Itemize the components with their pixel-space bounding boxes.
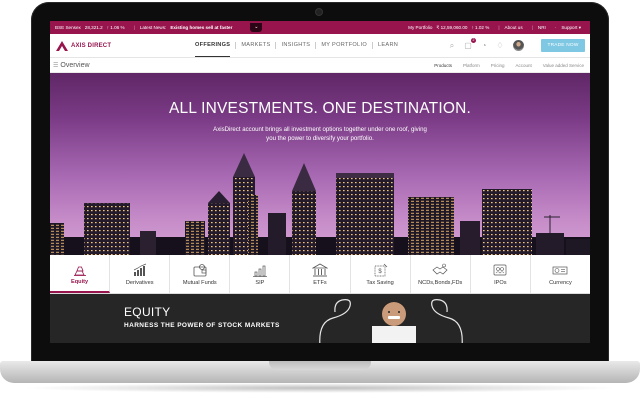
product-tab-mutual-funds[interactable]: Mutual Funds [170,255,231,293]
product-tab-equity[interactable]: Equity [50,255,111,293]
index-value: 28,321.2 [84,25,103,30]
subnav-links: Products Platform Pricing Account Value … [423,58,584,72]
product-tab-ipos[interactable]: IPOs [471,255,531,293]
subnav-account[interactable]: Account [516,63,532,68]
product-tab-tax-saving[interactable]: $ Tax Saving [351,255,411,293]
product-label-ipos: IPOs [494,279,507,286]
laptop-shadow [20,383,620,393]
main-nav: AXIS DIRECT OFFERINGS MARKETS INSIGHTS M… [50,34,590,58]
laptop-notch [269,361,371,370]
watchlist-icon[interactable]: ♢ [495,41,505,51]
logo-text: AXIS DIRECT [71,42,112,49]
trade-now-button[interactable]: TRADE NOW [541,39,585,52]
product-label-derivatives: Derivatives [125,279,154,286]
overview-label: Overview [60,61,90,69]
search-icon[interactable]: ⌕ [447,41,457,51]
axis-direct-logo[interactable]: AXIS DIRECT [56,40,176,51]
product-tab-currency[interactable]: Currency [531,255,590,293]
notification-badge: 2 [471,37,476,43]
list-icon: ☰ [53,62,59,69]
support-link[interactable]: Support ▾ [561,25,581,31]
index-change: ↑ 1.06 % [106,25,125,30]
subnav-pricing[interactable]: Pricing [491,63,505,68]
nav-icons: ⌕ ▢ 2 ◔ ♢ [441,34,524,57]
portfolio-value: ₹ 12,59,060.00 [436,24,468,30]
product-label-etfs: ETFs [313,279,327,286]
product-label-equity: Equity [71,278,89,285]
portfolio-label: My Portfolio [408,25,433,30]
news-label: Latest News: [139,25,167,30]
product-label-ncds-bonds-fds: NCDs,Bonds,FDs [418,279,463,286]
product-label-currency: Currency [549,279,572,286]
portfolio-change: ↑ 1.02 % [471,25,490,30]
laptop-screen: BSE Sensex 28,321.2 ↑ 1.06 % | Latest Ne… [50,21,590,343]
avatar[interactable] [513,40,524,51]
product-label-sip: SIP [255,279,265,286]
equity-subtitle: HARNESS THE POWER OF STOCK MARKETS [124,322,280,329]
sub-nav: ☰ Overview Products Platform Pricing Acc… [50,58,590,73]
rising-bars-icon [252,265,267,277]
nav-item-learn[interactable]: LEARN [373,34,403,57]
nav-menu: OFFERINGS MARKETS INSIGHTS MY PORTFOLIO … [190,34,403,57]
about-us-link[interactable]: About us [505,25,523,30]
wallet-icon [193,263,207,276]
product-label-tax-saving: Tax Saving [366,279,394,286]
handshake-icon [432,263,448,274]
product-tab-sip[interactable]: SIP [230,255,291,293]
news-headline[interactable]: Existing homes sell at faster [170,25,232,30]
ticker-dropdown-toggle[interactable]: ⌄ [250,23,263,32]
equity-title: EQUITY [124,305,171,319]
subnav-value-added-service[interactable]: Value added Service [543,63,584,68]
currency-note-icon [553,266,568,274]
bank-icon [311,263,328,276]
users-icon [493,264,507,275]
equity-section: EQUITY HARNESS THE POWER OF STOCK MARKET… [50,294,590,343]
bar-chart-icon [133,263,146,276]
product-tab-derivatives[interactable]: Derivatives [110,255,171,293]
svg-text:$: $ [378,269,382,275]
tax-document-icon: $ [374,263,388,276]
product-tabs: Equity Derivatives Mutual Funds SIP ETFs… [50,255,590,294]
nav-item-insights[interactable]: INSIGHTS [276,34,315,57]
nav-item-markets[interactable]: MARKETS [236,34,275,57]
product-tab-ncds-bonds-fds[interactable]: NCDs,Bonds,FDs [411,255,471,293]
gold-bars-icon [73,266,86,276]
hero-banner: ALL INVESTMENTS. ONE DESTINATION. AxisDi… [50,73,590,255]
nav-item-my-portfolio[interactable]: MY PORTFOLIO [316,34,372,57]
nav-item-offerings[interactable]: OFFERINGS [190,34,235,57]
hero-subtitle: AxisDirect account brings all investment… [213,126,427,142]
subnav-platform[interactable]: Platform [463,63,480,68]
product-label-mutual-funds: Mutual Funds [182,279,217,286]
index-label: BSE Sensex [55,25,81,30]
nri-link[interactable]: NRI [538,25,546,30]
hero-title: ALL INVESTMENTS. ONE DESTINATION. [168,100,471,117]
ticker-bar: BSE Sensex 28,321.2 ↑ 1.06 % | Latest Ne… [50,21,590,34]
axis-logo-icon [56,40,68,51]
overview-tab[interactable]: ☰ Overview [53,62,90,69]
city-skyline-image [50,153,590,255]
notification-icon[interactable]: ▢ 2 [463,37,476,51]
subnav-products[interactable]: Products [434,63,452,68]
alarm-clock-icon[interactable]: ◔ [479,41,489,51]
webcam [316,9,322,15]
product-tab-etfs[interactable]: ETFs [290,255,351,293]
